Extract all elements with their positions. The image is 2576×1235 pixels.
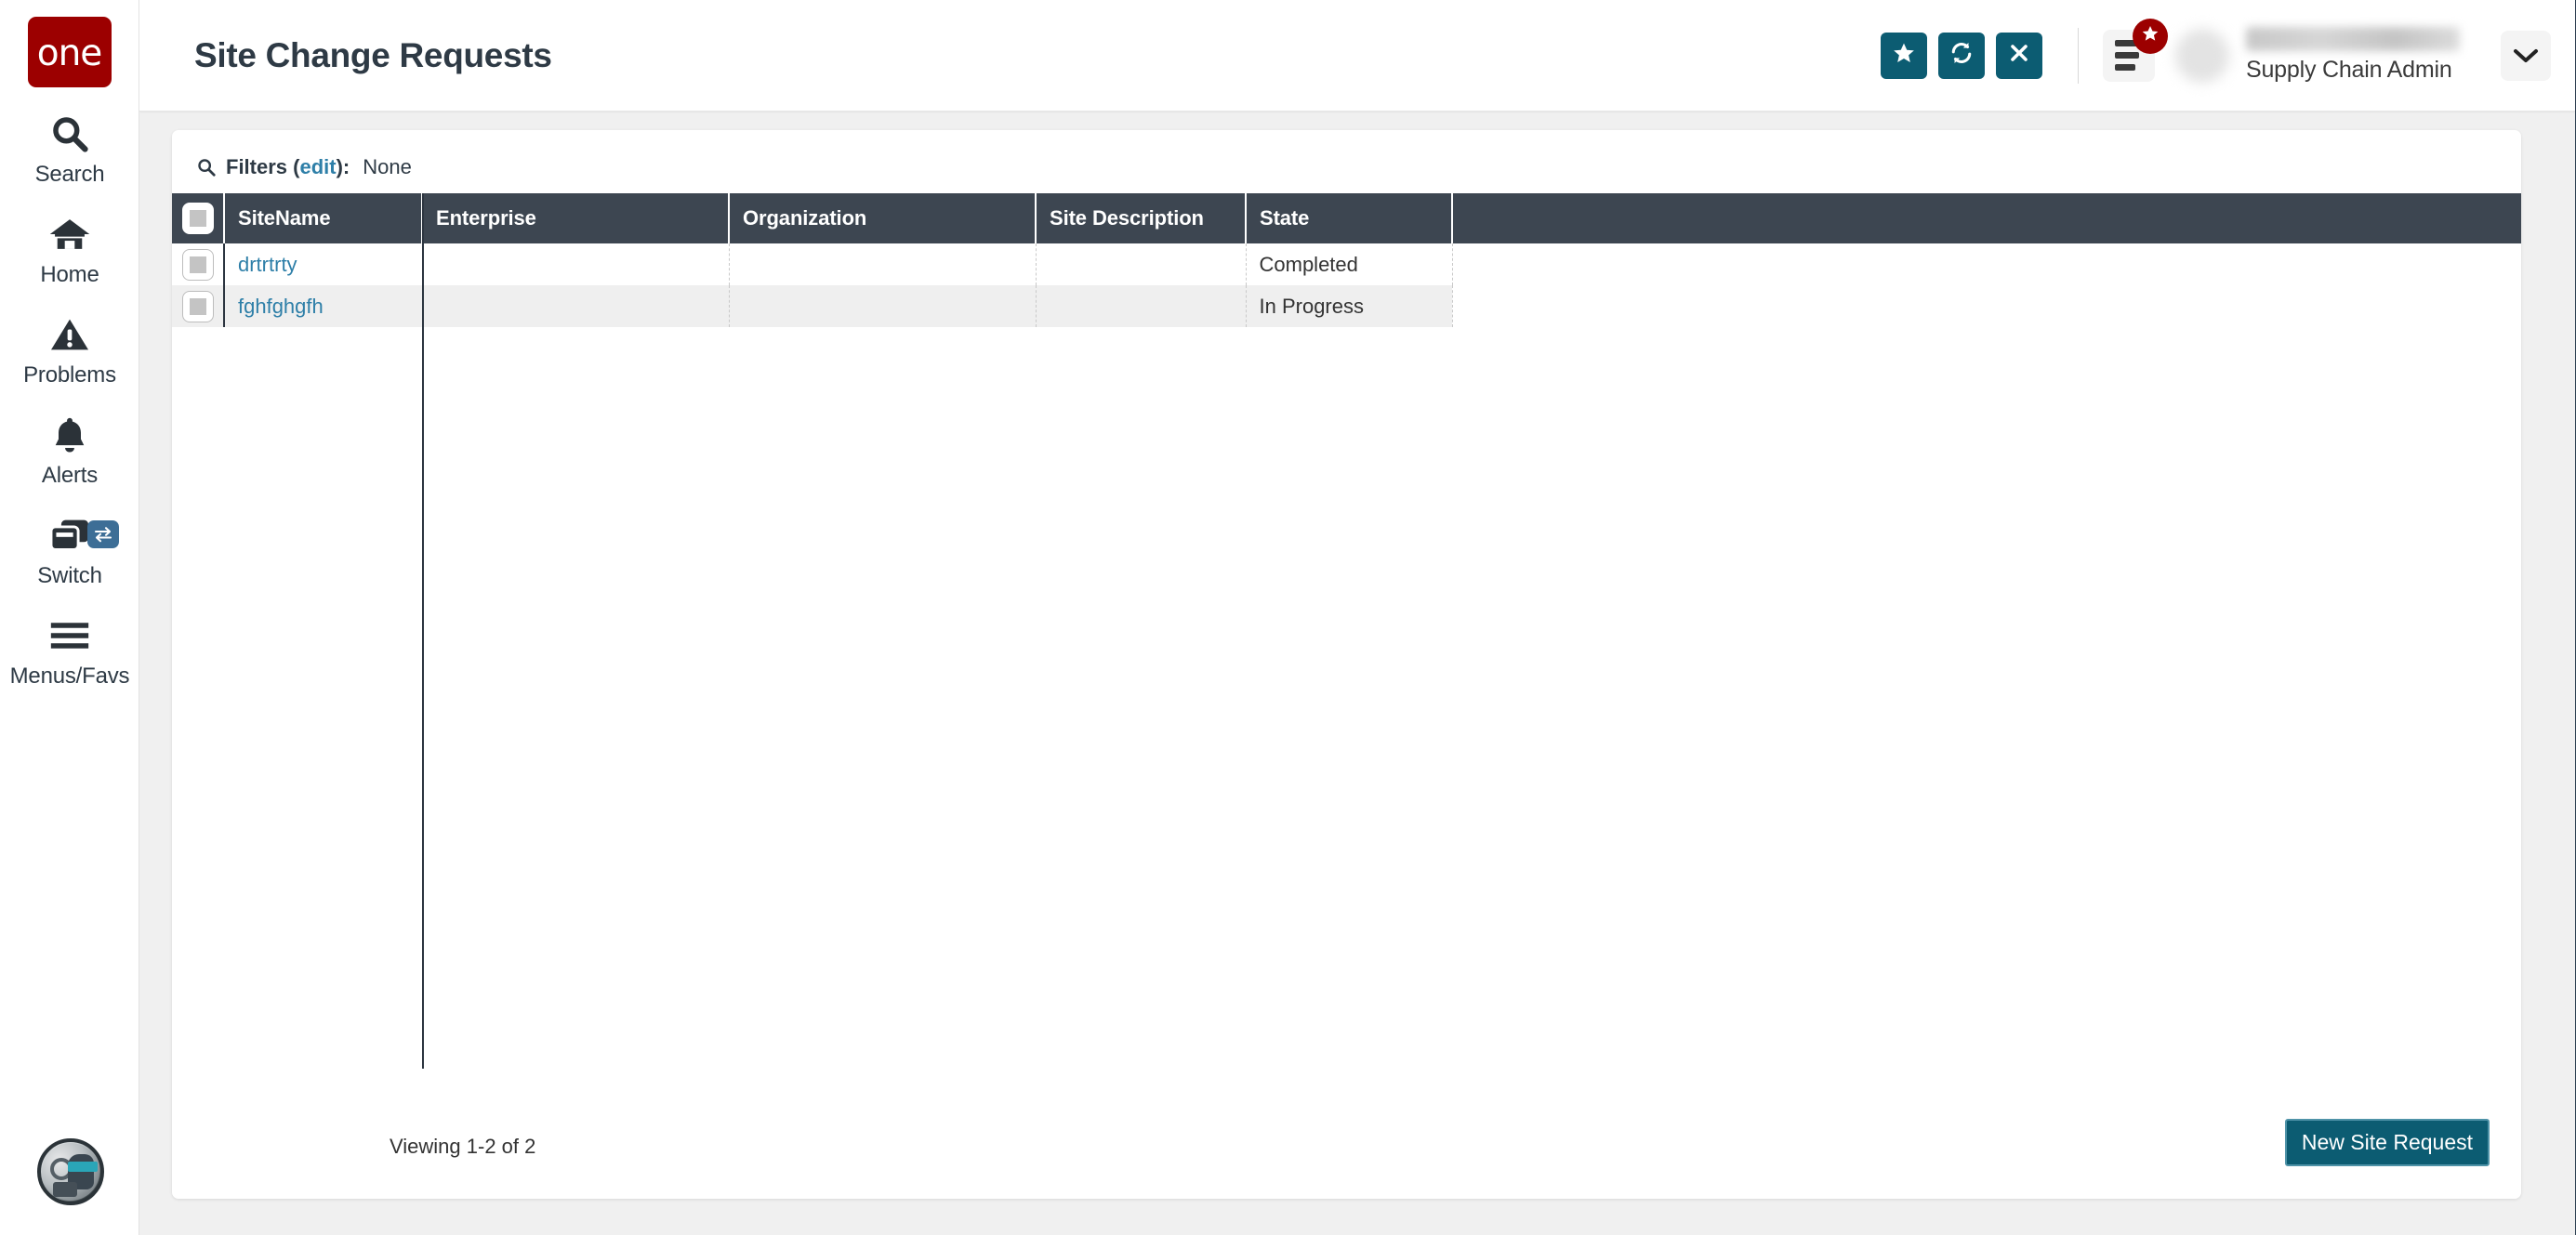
user-name (2246, 27, 2460, 51)
switch-windows-icon (0, 509, 139, 561)
list-line-2 (2115, 52, 2139, 59)
sidebar-item-problems[interactable]: Problems (0, 309, 139, 388)
sidebar-item-menus-favs[interactable]: Menus/Favs (0, 610, 139, 690)
user-menu[interactable]: Supply Chain Admin (2175, 0, 2575, 111)
chevron-down-icon[interactable] (2501, 31, 2551, 81)
checkbox-icon[interactable] (182, 291, 214, 322)
filters-bar: Filters (edit): None (172, 147, 2521, 188)
list-line-3 (2115, 64, 2135, 71)
sidebar-item-search[interactable]: Search (0, 108, 139, 188)
filters-edit-link[interactable]: edit (299, 155, 336, 179)
cell-state: Completed (1246, 243, 1452, 285)
refresh-icon (1949, 40, 1975, 71)
hamburger-icon (0, 610, 139, 662)
close-x-icon (2008, 42, 2030, 69)
user-text: Supply Chain Admin (2246, 27, 2460, 84)
cell-spacer (1452, 243, 2521, 285)
filters-value: None (363, 155, 412, 179)
avatar (2175, 29, 2229, 83)
robot-visor (68, 1162, 98, 1172)
page-title: Site Change Requests (194, 36, 552, 75)
home-icon (0, 208, 139, 260)
swap-arrows-icon[interactable] (87, 520, 119, 548)
column-header-site-description[interactable]: Site Description (1036, 193, 1246, 243)
favorites-badge (2133, 19, 2168, 54)
app-root: one Search Home (0, 0, 2576, 1235)
column-header-sitename[interactable]: SiteName (224, 193, 422, 243)
warning-triangle-icon (0, 309, 139, 361)
sidebar-item-label: Home (40, 262, 99, 288)
site-change-requests-table: SiteName Enterprise Organization Site De… (172, 193, 2521, 327)
sidebar-item-label: Switch (37, 563, 102, 589)
cell-state: In Progress (1246, 285, 1452, 327)
user-role: Supply Chain Admin (2246, 57, 2460, 84)
column-header-spacer (1452, 193, 2521, 243)
checkbox-icon[interactable] (182, 203, 214, 234)
left-sidebar: one Search Home (0, 0, 139, 1235)
sidebar-item-label: Alerts (42, 463, 98, 489)
sidebar-item-label: Problems (23, 362, 116, 388)
cell-sitename[interactable]: drtrtrty (224, 243, 422, 285)
table-head: SiteName Enterprise Organization Site De… (172, 193, 2521, 243)
search-icon (196, 157, 217, 177)
robot-assistant-avatar[interactable] (37, 1138, 104, 1205)
sidebar-item-label: Search (35, 162, 105, 188)
viewing-count: Viewing 1-2 of 2 (390, 1135, 535, 1159)
frozen-column-divider (422, 193, 424, 1069)
sidebar-item-label: Menus/Favs (10, 663, 130, 690)
column-header-organization[interactable]: Organization (729, 193, 1036, 243)
sitename-link[interactable]: drtrtrty (238, 253, 297, 276)
sidebar-item-alerts[interactable]: Alerts (0, 409, 139, 489)
refresh-button[interactable] (1938, 33, 1985, 79)
column-header-enterprise[interactable]: Enterprise (422, 193, 729, 243)
favorite-button[interactable] (1881, 33, 1927, 79)
new-site-request-button[interactable]: New Site Request (2285, 1119, 2490, 1166)
main-area: Site Change Requests (139, 0, 2576, 1235)
cell-site-description (1036, 285, 1246, 327)
sidebar-item-home[interactable]: Home (0, 208, 139, 288)
table-row[interactable]: fghfghgfh In Progress (172, 285, 2521, 327)
robot-body (53, 1182, 77, 1197)
cell-organization (729, 285, 1036, 327)
cell-enterprise (422, 243, 729, 285)
row-checkbox-cell[interactable] (172, 243, 224, 285)
table-row[interactable]: drtrtrty Completed (172, 243, 2521, 285)
table-footer: Viewing 1-2 of 2 New Site Request (172, 1095, 2521, 1199)
header-actions: Supply Chain Admin (1869, 0, 2575, 111)
search-icon (0, 108, 139, 160)
checkbox-icon[interactable] (182, 249, 214, 281)
logo-text: one (37, 35, 102, 72)
column-header-state[interactable]: State (1246, 193, 1452, 243)
bell-icon (0, 409, 139, 461)
close-button[interactable] (1996, 33, 2042, 79)
data-grid: SiteName Enterprise Organization Site De… (172, 193, 2521, 327)
cell-sitename[interactable]: fghfghgfh (224, 285, 422, 327)
cell-enterprise (422, 285, 729, 327)
cell-organization (729, 243, 1036, 285)
menus-favorites-button[interactable] (2103, 30, 2155, 82)
cell-site-description (1036, 243, 1246, 285)
filters-colon: ): (337, 155, 350, 179)
cell-spacer (1452, 285, 2521, 327)
filters-label: Filters ( (226, 155, 299, 179)
table-header-row: SiteName Enterprise Organization Site De… (172, 193, 2521, 243)
robot-face (42, 1143, 99, 1201)
one-network-logo[interactable]: one (28, 17, 112, 87)
star-icon (1892, 41, 1916, 70)
table-body: drtrtrty Completed (172, 243, 2521, 327)
sidebar-item-switch[interactable]: Switch (0, 509, 139, 589)
select-all-header[interactable] (172, 193, 224, 243)
row-checkbox-cell[interactable] (172, 285, 224, 327)
content-card: Filters (edit): None (172, 130, 2521, 1199)
header-divider (2078, 28, 2079, 84)
top-header-bar: Site Change Requests (139, 0, 2575, 112)
star-icon (2141, 24, 2160, 47)
sitename-link[interactable]: fghfghgfh (238, 295, 324, 318)
